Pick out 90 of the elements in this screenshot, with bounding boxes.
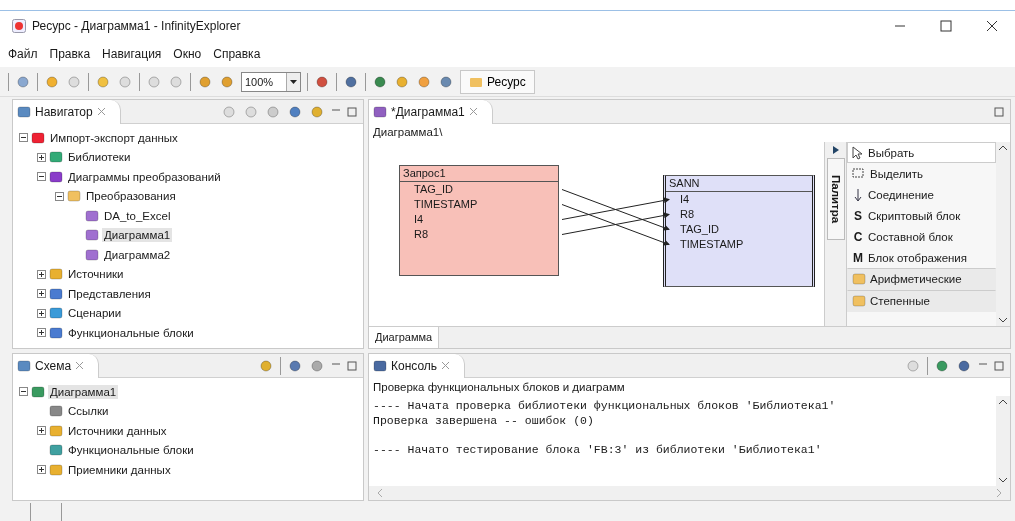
palette-drawer[interactable]: Степенные	[847, 290, 996, 312]
palette-item[interactable]: C Составной блок	[847, 226, 996, 247]
block-field: R8	[666, 207, 812, 222]
tree-item[interactable]: Диаграмма1	[48, 384, 119, 399]
maximize-icon[interactable]	[347, 106, 357, 117]
zoom-combo[interactable]: 100%	[241, 71, 301, 92]
collapse-toggle[interactable]	[19, 387, 28, 397]
tree-item[interactable]: Функциональные блоки	[66, 325, 196, 340]
maximize-icon[interactable]	[994, 106, 1004, 117]
letter-icon: S	[852, 208, 864, 223]
tree-item[interactable]: DA_to_Excel	[102, 208, 173, 223]
chevron-down-icon[interactable]	[999, 478, 1007, 483]
block-field: R8	[400, 227, 558, 242]
chevron-up-icon[interactable]	[999, 145, 1007, 150]
expand-toggle[interactable]	[37, 426, 46, 436]
expand-toggle[interactable]	[37, 308, 46, 318]
connector-line[interactable]	[561, 212, 670, 235]
block-field: TIMESTAMP	[400, 197, 558, 212]
tree-item[interactable]: Источники	[66, 267, 126, 282]
marquee-icon	[852, 166, 866, 181]
letter-icon: M	[852, 250, 864, 265]
breadcrumb: Диаграмма1\	[372, 125, 444, 140]
app-icon	[12, 19, 26, 33]
menu-item[interactable]: Навигация	[102, 45, 162, 63]
expand-toggle[interactable]	[37, 152, 46, 162]
expand-toggle[interactable]	[37, 289, 46, 299]
expand-toggle[interactable]	[37, 269, 46, 279]
letter-icon: C	[852, 229, 864, 244]
collapse-toggle[interactable]	[55, 191, 64, 201]
menu-item[interactable]: Файл	[8, 45, 38, 63]
scrollbar[interactable]	[996, 396, 1010, 486]
palette-item[interactable]: Выбрать	[847, 142, 996, 163]
block-field: I4	[400, 212, 558, 227]
block-title: Запрос1	[400, 166, 558, 182]
console-line: Проверка завершена -- ошибок (0)	[373, 413, 595, 428]
tree-item[interactable]: Функциональные блоки	[66, 443, 196, 458]
horizontal-scrollbar[interactable]	[369, 486, 1010, 500]
page-tab[interactable]: Диаграмма	[369, 327, 440, 348]
expand-toggle[interactable]	[37, 465, 46, 475]
diagram-block[interactable]: SANN I4 R8 TAG_ID TIMESTAMP	[663, 175, 815, 287]
maximize-icon[interactable]	[940, 20, 952, 32]
tree-item[interactable]: Представления	[66, 286, 153, 301]
triangle-icon[interactable]	[832, 146, 839, 154]
chevron-right-icon[interactable]	[997, 489, 1002, 497]
console-line: ---- Начато тестирование блока 'FB:3' из библиотеки 'Библиотека1'	[373, 442, 823, 457]
close-icon[interactable]	[986, 20, 998, 32]
collapse-toggle[interactable]	[19, 133, 28, 143]
connector-line[interactable]	[561, 197, 670, 220]
palette-item[interactable]: Соединение	[847, 184, 996, 205]
tree-item[interactable]: Диаграммы преобразований	[66, 169, 223, 184]
palette-item[interactable]: S Скриптовый блок	[847, 205, 996, 226]
chevron-down-icon[interactable]	[999, 318, 1007, 323]
cursor-icon	[852, 145, 864, 160]
tree-item[interactable]: Преобразования	[84, 189, 178, 204]
block-title: SANN	[666, 176, 812, 192]
console-description: Проверка функциональных блоков и диаграмм	[372, 380, 626, 395]
chevron-up-icon[interactable]	[999, 399, 1007, 404]
tree-item[interactable]: Ссылки	[66, 404, 111, 419]
palette-item[interactable]: M Блок отображения	[847, 247, 996, 268]
block-field: TAG_ID	[400, 182, 558, 197]
expand-toggle[interactable]	[37, 328, 46, 338]
palette-item[interactable]: Выделить	[847, 163, 996, 184]
arrow-down-icon	[852, 187, 864, 202]
block-field: TAG_ID	[666, 222, 812, 237]
console-line: ---- Начата проверка библиотеки функциональных блоков 'Библиотека1'	[373, 398, 837, 413]
tree-item[interactable]: Источники данных	[66, 423, 169, 438]
tree-item[interactable]: Импорт-экспорт данных	[48, 130, 180, 145]
tree-item[interactable]: Диаграмма2	[102, 247, 173, 262]
block-field: TIMESTAMP	[666, 237, 812, 252]
block-field: I4	[666, 192, 812, 207]
collapse-toggle[interactable]	[37, 172, 46, 182]
maximize-icon[interactable]	[994, 360, 1004, 371]
caret-icon[interactable]	[290, 79, 297, 84]
chevron-left-icon[interactable]	[377, 489, 382, 497]
menu-item[interactable]: Правка	[49, 45, 91, 63]
diagram-block[interactable]: Запрос1 TAG_ID TIMESTAMP I4 R8	[399, 165, 559, 276]
scrollbar[interactable]	[996, 142, 1010, 326]
tree-item[interactable]: Сценарии	[66, 306, 124, 321]
menu-item[interactable]: Справка	[213, 45, 261, 63]
connector-line[interactable]	[561, 189, 670, 231]
menu-item[interactable]: Окно	[173, 45, 202, 63]
palette-drawer[interactable]: Арифметические	[847, 268, 996, 290]
connector-line[interactable]	[561, 204, 670, 246]
maximize-icon[interactable]	[347, 360, 357, 371]
tree-item[interactable]: Библиотеки	[66, 150, 133, 165]
tree-item[interactable]: Диаграмма1	[102, 228, 173, 243]
tree-item[interactable]: Приемники данных	[66, 462, 173, 477]
window-title: Ресурс - Диаграмма1 - InfinityExplorer	[32, 19, 241, 33]
palette-title[interactable]: Палитра	[826, 158, 845, 241]
perspective-button[interactable]: Ресурс	[460, 69, 535, 94]
